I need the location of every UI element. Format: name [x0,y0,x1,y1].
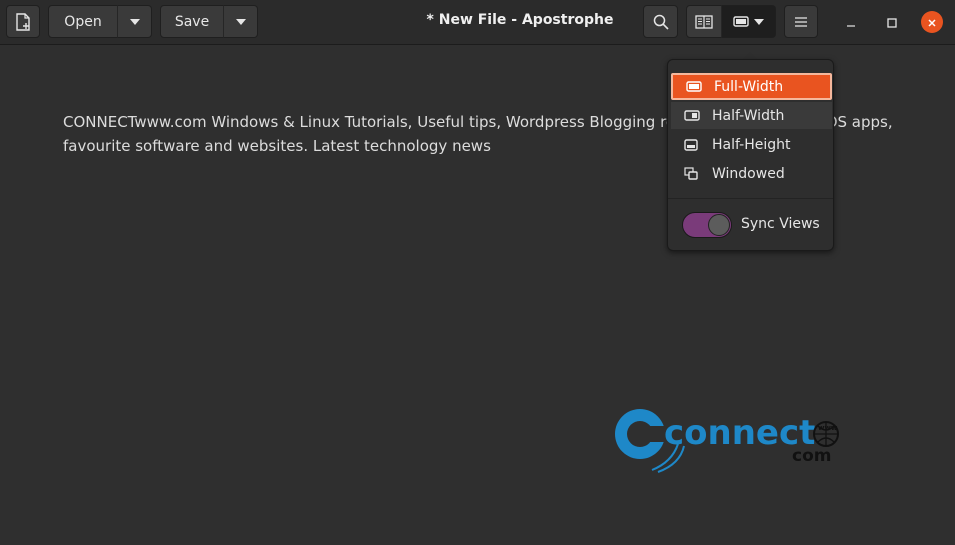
menu-item-windowed[interactable]: Windowed [671,160,832,187]
toggle-knob [708,214,730,236]
chevron-down-icon [129,18,141,26]
save-button[interactable]: Save [160,5,224,38]
full-width-icon [686,81,702,93]
preview-layout-popover: Full-Width Half-Width Half-Height Window… [667,59,834,251]
sync-views-label: Sync Views [741,216,820,232]
windowed-icon [684,167,700,180]
preview-layout-button[interactable] [721,5,776,38]
maximize-icon [887,13,897,32]
close-icon [927,13,937,32]
menu-item-label: Half-Width [712,107,785,124]
preview-toggle-button[interactable] [686,5,722,38]
chevron-down-icon [753,18,765,26]
minimize-icon [846,13,856,32]
menu-item-half-width[interactable]: Half-Width [671,102,832,129]
maximize-button[interactable] [881,11,903,33]
open-dropdown-button[interactable] [117,5,152,38]
main-menu-button[interactable] [784,5,818,38]
sync-views-toggle[interactable] [682,212,732,238]
watermark-suffix: com [792,446,831,466]
search-icon [653,14,669,30]
new-document-icon [15,12,31,31]
hamburger-menu-icon [794,16,808,28]
watermark-www: www [818,424,838,432]
preview-book-icon [695,14,713,29]
menu-item-label: Windowed [712,165,785,182]
close-button[interactable] [921,11,943,33]
save-dropdown-button[interactable] [223,5,258,38]
connect-watermark-logo: connect www com [615,409,839,473]
menu-item-full-width[interactable]: Full-Width [671,73,832,100]
header-bar: Open Save * New File - Apostrophe [0,0,955,45]
preview-layout-icon [732,16,749,27]
half-height-icon [684,138,700,151]
open-button-label: Open [64,13,102,30]
search-button[interactable] [643,5,678,38]
minimize-button[interactable] [840,11,862,33]
chevron-down-icon [235,18,247,26]
save-button-label: Save [174,13,210,30]
menu-item-half-height[interactable]: Half-Height [671,131,832,158]
new-file-button[interactable] [6,5,40,38]
menu-divider [668,198,833,199]
half-width-icon [684,110,700,122]
open-button[interactable]: Open [48,5,118,38]
menu-item-label: Full-Width [714,78,784,95]
menu-item-label: Half-Height [712,136,791,153]
